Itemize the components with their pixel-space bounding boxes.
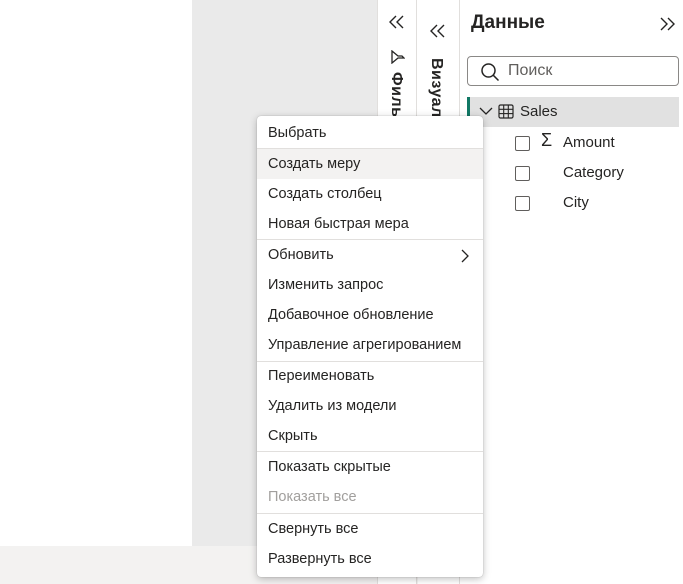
double-chevron-left-icon [430, 24, 445, 38]
menu-item-incremental-refresh[interactable]: Добавочное обновление [257, 300, 483, 330]
menu-item-new-measure[interactable]: Создать меру [257, 149, 483, 179]
menu-item-unhide-all: Показать все [268, 489, 357, 505]
table-icon [498, 104, 514, 119]
table-node-sales[interactable]: Sales [467, 97, 679, 127]
context-menu: Выбрать Создать меру Создать столбец Нов… [257, 116, 483, 577]
expand-visualizations-button[interactable] [425, 18, 451, 44]
field-item-amount[interactable]: Σ Amount [515, 129, 675, 157]
chevron-down-icon[interactable] [479, 106, 493, 116]
search-input[interactable] [508, 60, 668, 82]
field-label: City [563, 194, 589, 211]
filter-icon [391, 50, 405, 64]
menu-item-select[interactable]: Выбрать [257, 118, 483, 148]
chevron-right-icon [461, 249, 469, 263]
field-checkbox[interactable] [515, 136, 530, 151]
search-icon [481, 63, 500, 82]
filters-pane-label: Фильтры [388, 72, 405, 118]
data-pane-title: Данные [471, 12, 545, 33]
menu-item-rename[interactable]: Переименовать [257, 361, 483, 391]
menu-item-expand-all[interactable]: Развернуть все [257, 544, 483, 574]
double-chevron-right-icon [660, 17, 675, 31]
field-label: Amount [563, 134, 615, 151]
sigma-icon: Σ [541, 130, 553, 150]
menu-item-edit-query[interactable]: Изменить запрос [257, 270, 483, 300]
field-checkbox[interactable] [515, 196, 530, 211]
table-name: Sales [520, 103, 558, 120]
field-checkbox[interactable] [515, 166, 530, 181]
collapse-data-pane-button[interactable] [654, 11, 680, 37]
field-item-city[interactable]: City [515, 189, 675, 217]
menu-item-collapse-all[interactable]: Свернуть все [257, 514, 483, 544]
menu-item-refresh[interactable]: Обновить [257, 240, 483, 270]
menu-item-new-column[interactable]: Создать столбец [257, 179, 483, 209]
menu-item-delete-from-model[interactable]: Удалить из модели [257, 391, 483, 421]
data-pane: Данные Sales Σ Amount Category [461, 0, 683, 584]
menu-item-hide[interactable]: Скрыть [257, 421, 483, 451]
menu-item-view-hidden[interactable]: Показать скрытые [257, 452, 483, 482]
expand-filters-button[interactable] [384, 9, 410, 35]
menu-item-manage-aggregations[interactable]: Управление агрегированием [257, 330, 483, 360]
visualizations-pane-label: Визуализации [428, 58, 445, 118]
menu-item-new-quick-measure[interactable]: Новая быстрая мера [257, 209, 483, 239]
search-box [467, 56, 679, 86]
field-item-category[interactable]: Category [515, 159, 675, 187]
double-chevron-left-icon [389, 15, 404, 29]
report-canvas[interactable] [0, 0, 192, 546]
field-label: Category [563, 164, 624, 181]
